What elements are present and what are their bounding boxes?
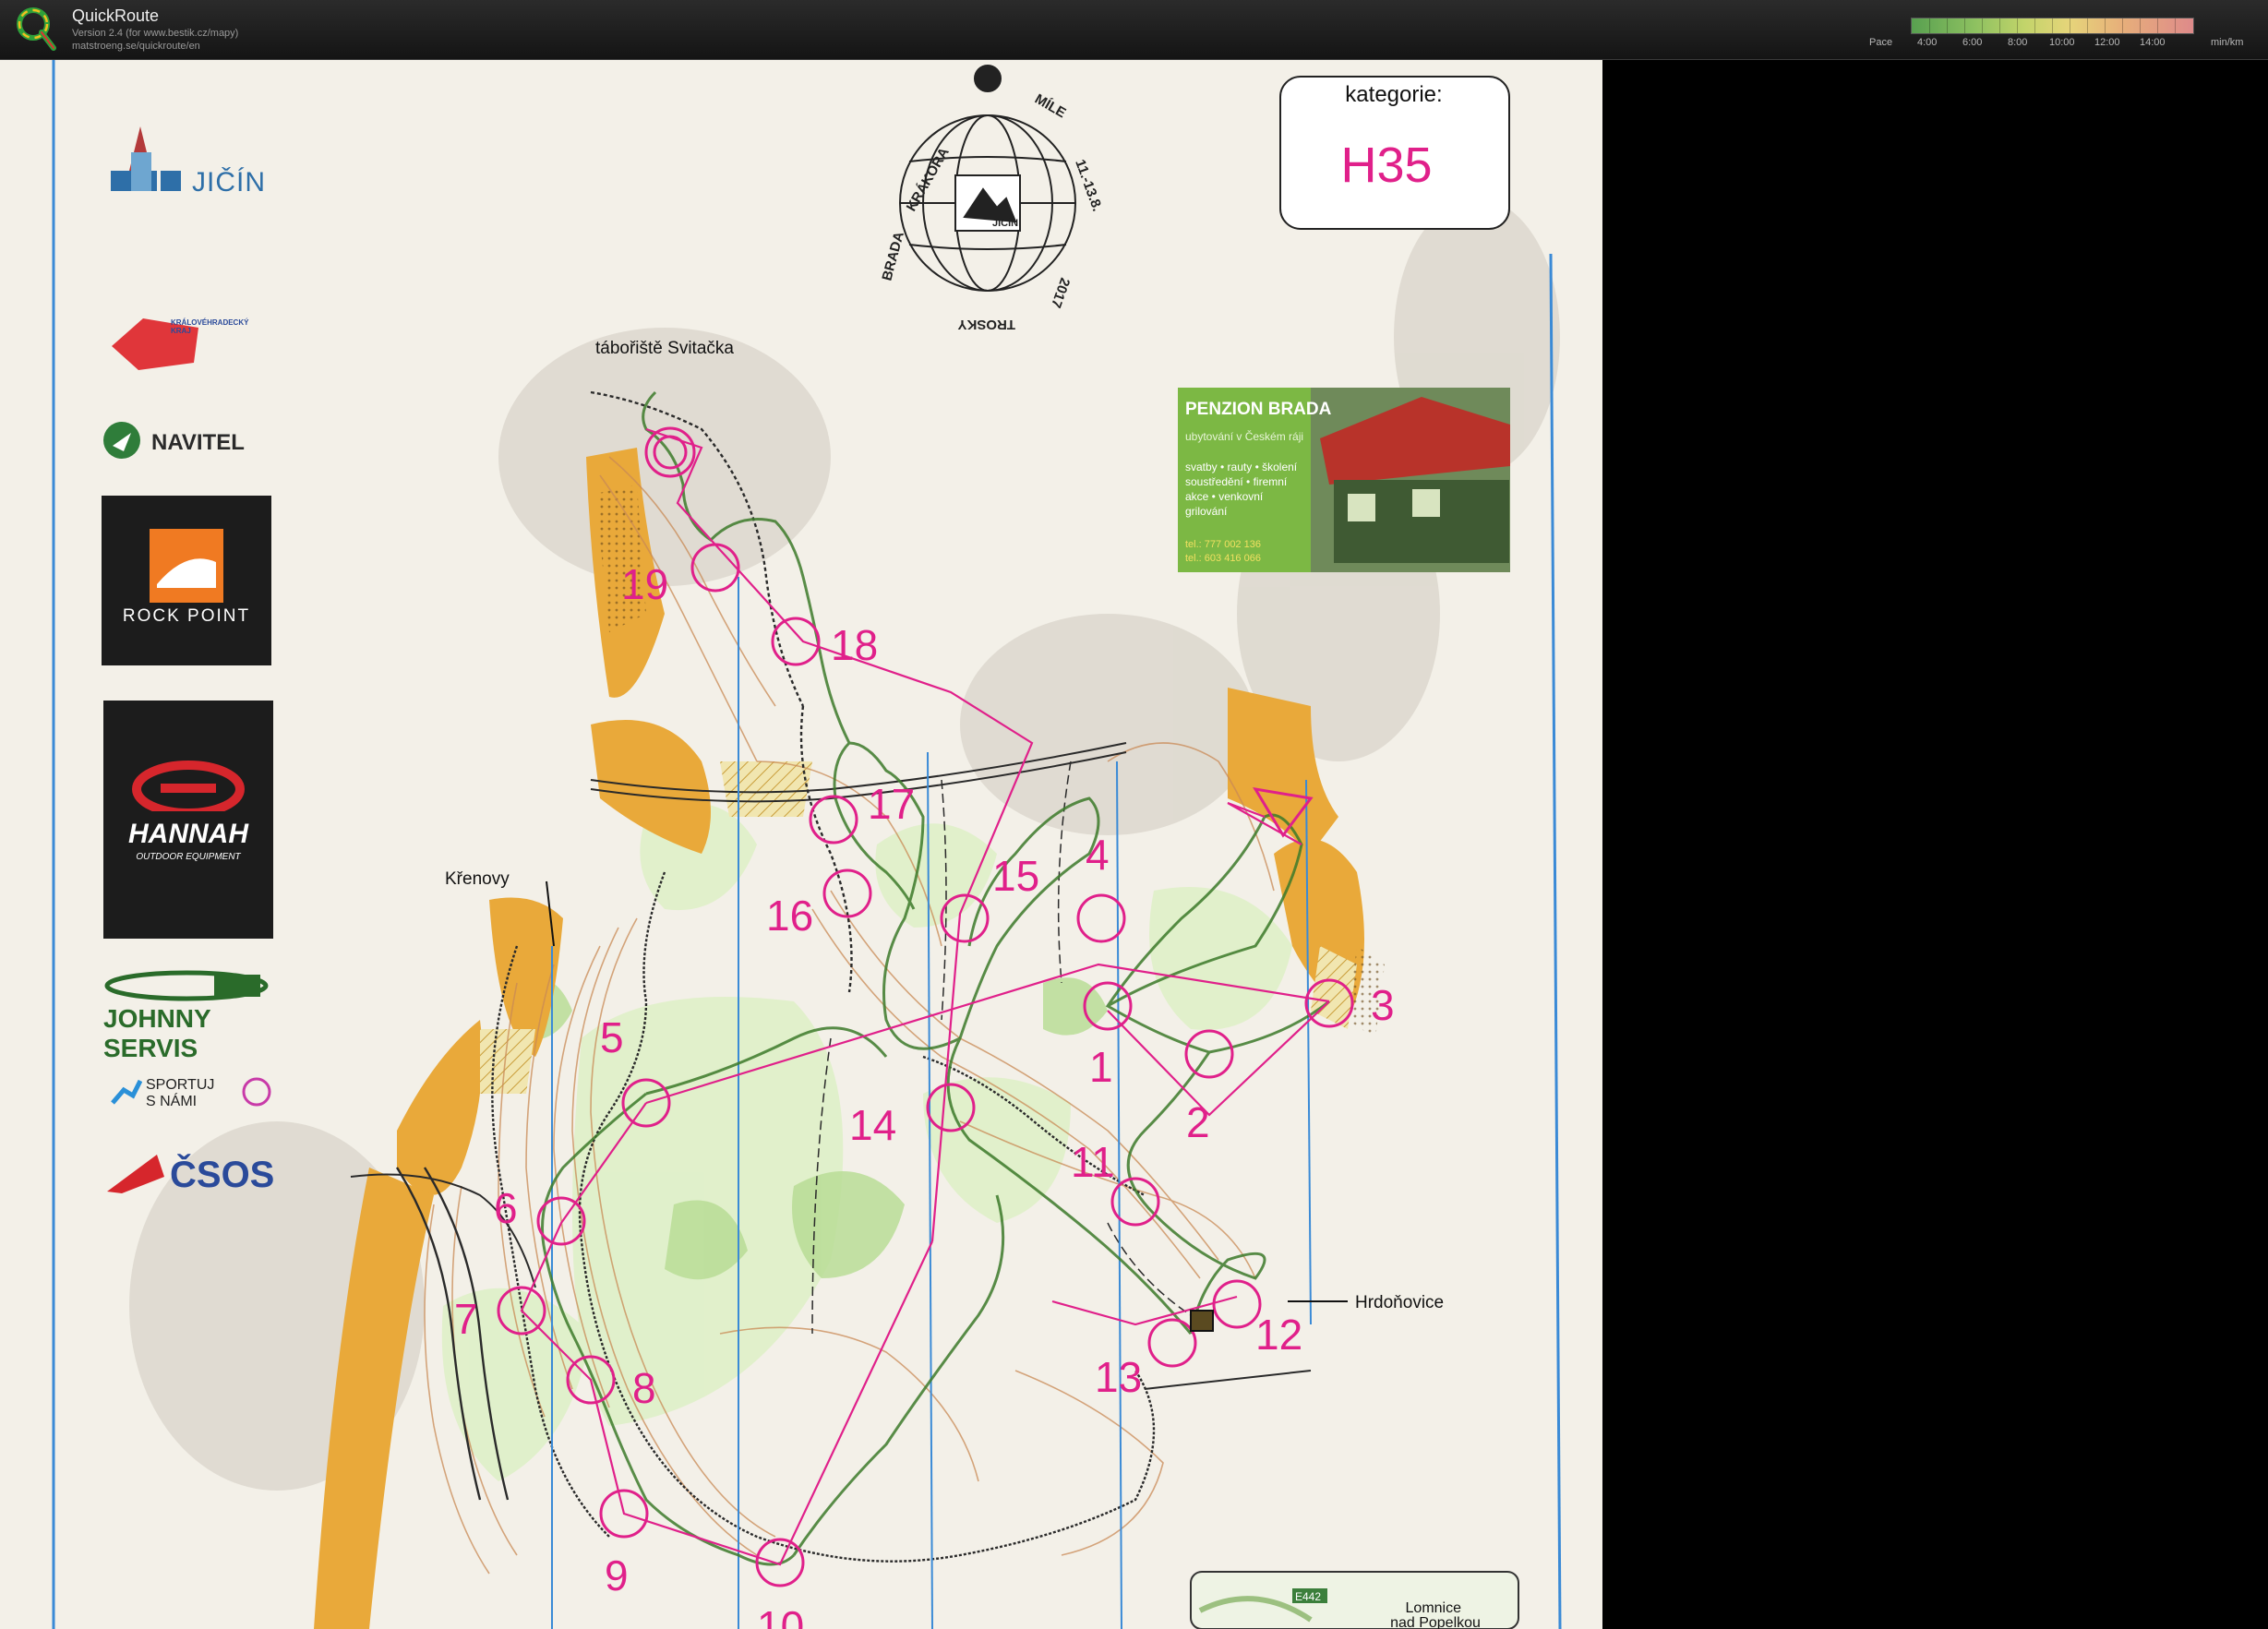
pace-segment: [2087, 18, 2088, 33]
control-number: 1: [1089, 1043, 1113, 1091]
building: [1190, 1310, 1214, 1332]
control-number: 18: [831, 621, 878, 669]
sponsor-navitel: NAVITEL: [100, 418, 284, 464]
penzion-sub: ubytování v Českém ráji: [1185, 429, 1303, 443]
app-version: Version 2.4 (for www.bestik.cz/mapy): [72, 28, 239, 39]
pace-segment: [2017, 18, 2018, 33]
pace-segment: [2140, 18, 2141, 33]
sponsor-sportuj: SPORTUJ S NÁMI: [109, 1075, 294, 1121]
pace-unit: min/km: [2211, 37, 2244, 48]
control-number: 16: [766, 892, 813, 940]
control-number: 5: [600, 1013, 624, 1061]
pace-tick: 14:00: [2140, 37, 2166, 48]
pace-segment: [1982, 18, 1983, 33]
pace-segment: [1929, 18, 1930, 33]
app-title: QuickRoute: [72, 6, 160, 25]
control-number: 13: [1095, 1353, 1142, 1401]
penzion-phone: tel.: 777 002 136: [1185, 539, 1261, 550]
pace-tick: 6:00: [1962, 37, 1983, 48]
pace-segment: [2034, 18, 2035, 33]
pace-tick: 10:00: [2049, 37, 2075, 48]
sponsor-hannah: HANNAH OUTDOOR EQUIPMENT: [103, 701, 273, 939]
pace-segment: [2105, 18, 2106, 33]
jicin-text: JIČÍN: [192, 167, 266, 198]
road-label: E442: [1295, 1590, 1321, 1603]
johnny-text: JOHNNY SERVIS: [103, 1004, 211, 1062]
control-number: 19: [621, 560, 668, 608]
control-number: 11: [1071, 1138, 1115, 1186]
sponsor-jicin: JIČÍN: [103, 115, 288, 208]
penzion-service: grilování: [1185, 505, 1228, 518]
quickroute-logo-icon: [17, 7, 56, 51]
sponsor-rockpoint: ROCK POINT: [102, 496, 271, 665]
hannah-logo-icon: [132, 761, 245, 811]
csos-logo-icon: [107, 1155, 164, 1193]
pace-segment: [2052, 18, 2053, 33]
category-value: H35: [1340, 138, 1432, 193]
navitel-logo-icon: [103, 422, 140, 459]
control-number: 15: [992, 852, 1039, 900]
pace-tick: 4:00: [1917, 37, 1938, 48]
pace-segment: [2175, 18, 2176, 33]
pace-tick: 8:00: [2008, 37, 2028, 48]
control-number: 17: [868, 780, 915, 828]
penzion-service: svatby • rauty • školení: [1185, 461, 1298, 473]
locator-map: E442 Lomnice nad Popelkou: [1190, 1571, 1519, 1629]
sponsor-csos: ČSOS: [103, 1149, 288, 1204]
control-number: 10: [757, 1602, 804, 1629]
control-number: 12: [1255, 1311, 1302, 1359]
place-hrdonovice: Hrdoňovice: [1355, 1293, 1444, 1312]
penzion-service: soustředění • firemní: [1185, 475, 1288, 488]
sportuj-line2: S NÁMI: [146, 1094, 198, 1109]
place-camp: tábořiště Svitačka: [595, 339, 734, 358]
control-number: 6: [494, 1184, 518, 1232]
hannah-text: HANNAH: [128, 819, 248, 849]
title-bar: QuickRoute Version 2.4 (for www.bestik.c…: [0, 0, 2268, 60]
pace-segment: [1999, 18, 2000, 33]
sportuj-logo-icon: [111, 1079, 142, 1105]
control-number: 4: [1086, 831, 1110, 879]
emblem-text: TROSKY: [957, 317, 1015, 332]
control-number: 14: [849, 1101, 896, 1149]
category-label: kategorie:: [1345, 82, 1442, 107]
control-number: 8: [632, 1364, 656, 1412]
pace-segment: [1947, 18, 1948, 33]
pace-segment: [1964, 18, 1965, 33]
control-number: 3: [1371, 981, 1395, 1029]
rockpoint-text: ROCK POINT: [122, 606, 251, 626]
penzion-title: PENZION BRADA: [1185, 400, 1332, 419]
orienteering-map[interactable]: 1 2 3 4 5 6 7 8 9 10 11 12 13 14 15 16 1…: [0, 60, 1602, 1629]
category-box: kategorie: H35: [1279, 76, 1510, 230]
sportuj-badge-icon: [242, 1077, 271, 1107]
johnny-logo-icon: [104, 970, 269, 1001]
pace-tick: 12:00: [2094, 37, 2120, 48]
control-number: 9: [605, 1551, 629, 1599]
sponsor-kraj: KRÁLOVÉHRADECKÝ KRAJ: [106, 309, 291, 383]
navitel-text: NAVITEL: [151, 430, 245, 455]
pace-label: Pace: [1869, 37, 1893, 48]
place-krenovy: Křenovy: [445, 869, 510, 889]
control-number: 7: [454, 1295, 478, 1343]
app-url[interactable]: matstroeng.se/quickroute/en: [72, 41, 200, 52]
locator-line: Lomnice: [1406, 1600, 1462, 1616]
csos-text: ČSOS: [170, 1155, 275, 1195]
rockpoint-logo-icon: [150, 529, 223, 603]
sportuj-line1: SPORTUJ: [146, 1077, 215, 1093]
penzion-phone: tel.: 603 416 066: [1185, 553, 1261, 564]
hannah-sub: OUTDOOR EQUIPMENT: [136, 852, 241, 862]
kraj-text: KRÁLOVÉHRADECKÝ KRAJ: [171, 318, 249, 335]
pace-color-scale[interactable]: [1911, 18, 2194, 34]
pace-segment: [2122, 18, 2123, 33]
locator-line: nad Popelkou: [1390, 1615, 1481, 1629]
sponsor-johnny: JOHNNY SERVIS: [103, 969, 288, 1062]
control-number: 2: [1186, 1098, 1210, 1146]
penzion-service: akce • venkovní: [1185, 490, 1264, 503]
pace-segment: [2157, 18, 2158, 33]
penzion-ad: PENZION BRADA ubytování v Českém ráji sv…: [1178, 388, 1510, 572]
emblem-text: JIČÍN: [992, 217, 1018, 229]
